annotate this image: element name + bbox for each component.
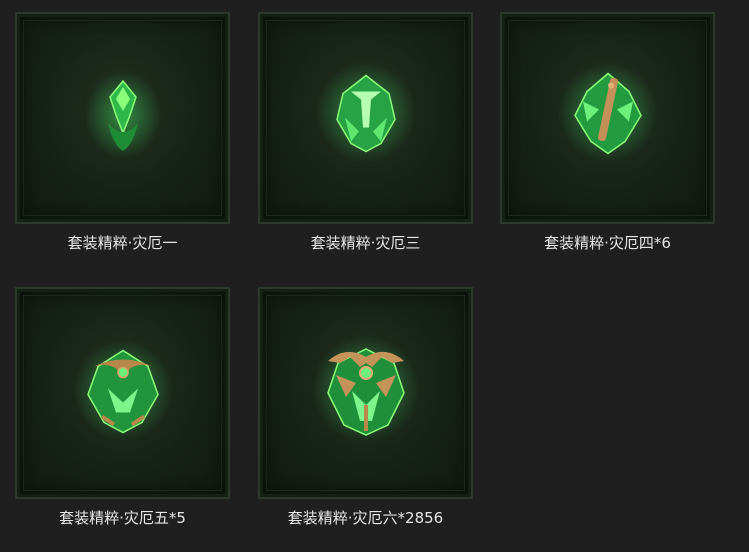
item-label: 套装精粹·灾厄一 (67, 234, 178, 252)
essence-calamity-4-icon (557, 62, 658, 163)
essence-tile-2[interactable]: 套装精粹·灾厄三 (258, 12, 473, 252)
item-label: 套装精粹·灾厄六*2856 (287, 509, 444, 527)
item-label: 套装精粹·灾厄五*5 (59, 509, 186, 527)
essence-calamity-1-icon (84, 71, 161, 159)
item-frame (15, 12, 230, 224)
essence-tile-3[interactable]: 套装精粹·灾厄四*6 (500, 12, 715, 252)
item-label: 套装精粹·灾厄四*6 (544, 234, 671, 252)
item-frame (258, 12, 473, 224)
essence-calamity-5-icon (72, 340, 173, 441)
essence-calamity-3-icon (315, 62, 416, 163)
essence-tile-4[interactable]: 套装精粹·灾厄五*5 (15, 287, 230, 527)
essence-calamity-6-icon (311, 335, 420, 443)
item-frame (500, 12, 715, 224)
item-frame (15, 287, 230, 499)
essence-tile-5[interactable]: 套装精粹·灾厄六*2856 (258, 287, 473, 527)
essence-grid: 套装精粹·灾厄一 套装精粹·灾厄三 套装精粹·灾厄四*6 套装精粹·灾厄五*5 … (0, 0, 749, 552)
essence-tile-1[interactable]: 套装精粹·灾厄一 (15, 12, 230, 252)
item-label: 套装精粹·灾厄三 (310, 234, 421, 252)
item-frame (258, 287, 473, 499)
